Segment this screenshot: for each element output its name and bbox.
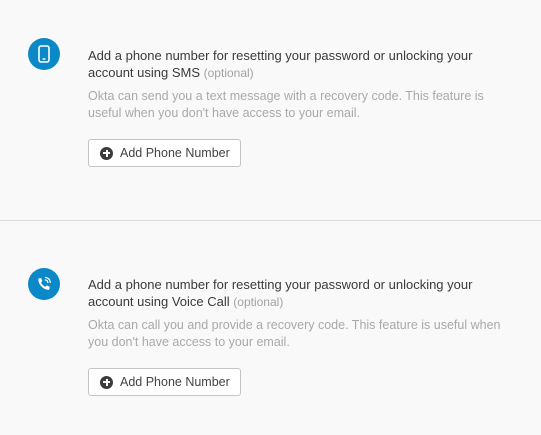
- voice-call-recovery-section: Add a phone number for resetting your pa…: [0, 221, 541, 435]
- sms-content: Add a phone number for resetting your pa…: [88, 47, 508, 167]
- voice-description: Okta can call you and provide a recovery…: [88, 318, 501, 349]
- voice-content: Add a phone number for resetting your pa…: [88, 276, 508, 396]
- voice-title: Add a phone number for resetting your pa…: [88, 276, 508, 311]
- mobile-phone-icon: [28, 38, 60, 70]
- plus-circle-icon: [100, 146, 113, 160]
- sms-description: Okta can send you a text message with a …: [88, 89, 484, 120]
- add-voice-phone-number-button[interactable]: Add Phone Number: [88, 368, 241, 396]
- voice-optional-label: (optional): [233, 295, 284, 309]
- plus-circle-icon: [100, 375, 113, 389]
- add-sms-phone-number-button[interactable]: Add Phone Number: [88, 139, 241, 167]
- sms-title-text: Add a phone number for resetting your pa…: [88, 48, 473, 80]
- sms-optional-label: (optional): [203, 66, 254, 80]
- add-voice-phone-number-label: Add Phone Number: [120, 375, 230, 389]
- add-sms-phone-number-label: Add Phone Number: [120, 146, 230, 160]
- phone-call-icon: [28, 268, 60, 300]
- sms-title: Add a phone number for resetting your pa…: [88, 47, 508, 82]
- sms-recovery-section: Add a phone number for resetting your pa…: [0, 0, 541, 220]
